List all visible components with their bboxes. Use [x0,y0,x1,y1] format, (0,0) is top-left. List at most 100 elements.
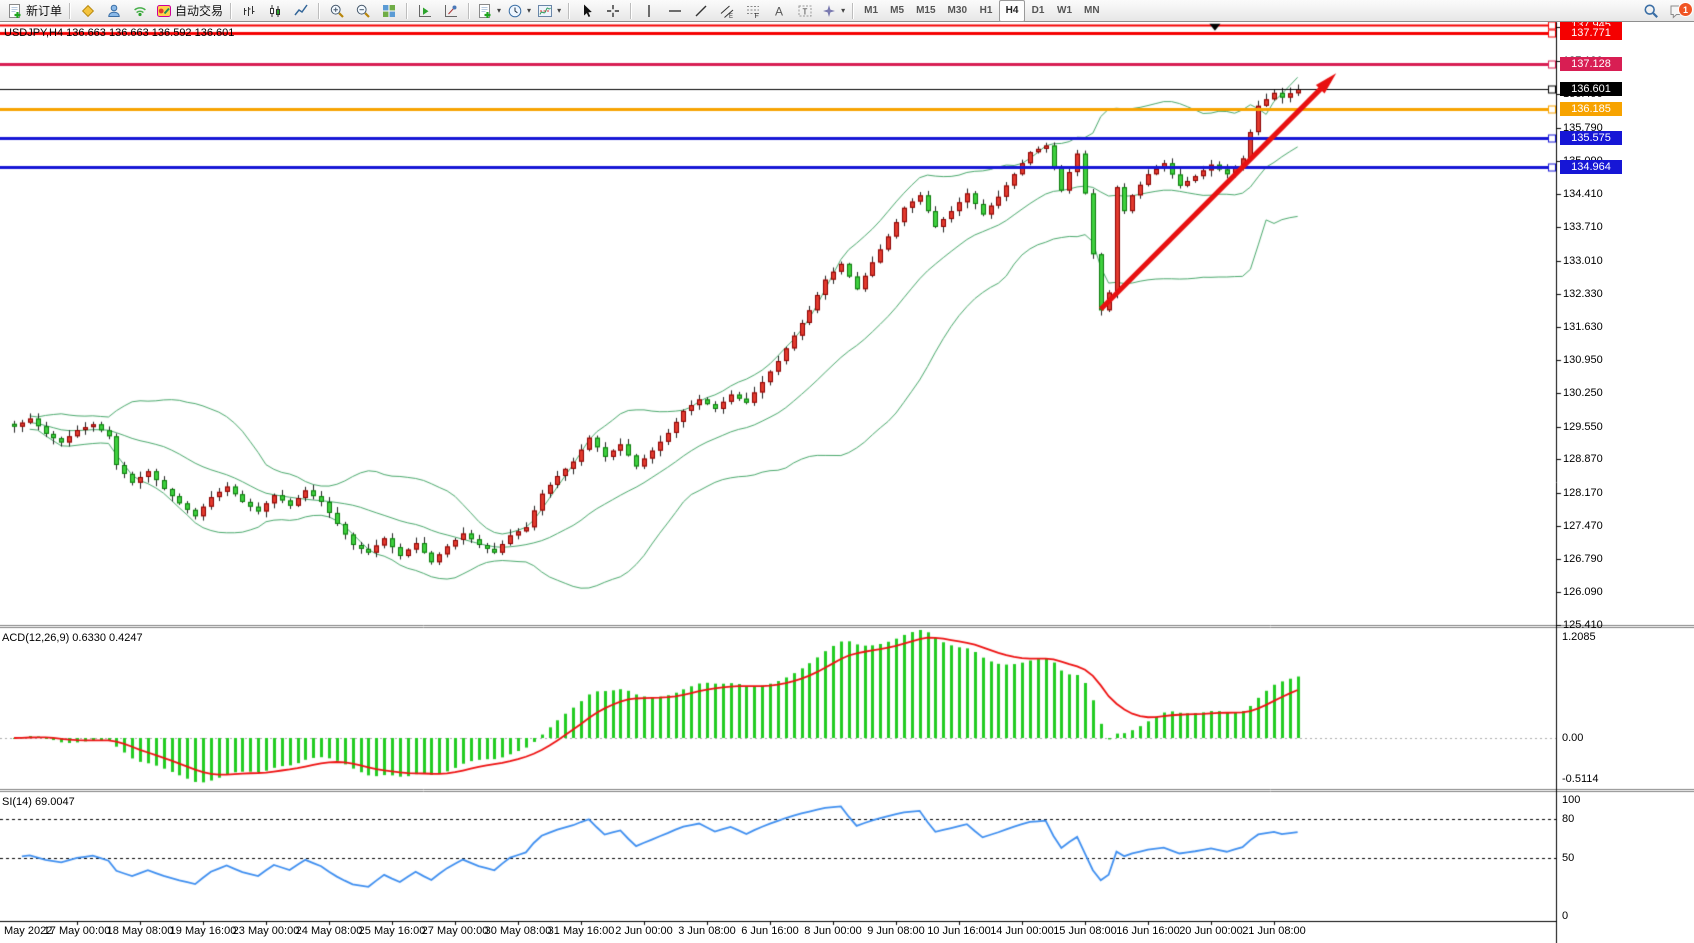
price-level-label: 134.964 [1560,160,1622,174]
autotrading-button[interactable]: 自动交易 [153,0,226,22]
chart-candles-icon [267,3,283,19]
price-tick-label: 133.710 [1563,221,1603,233]
time-axis-label: 17 May 00:00 [44,925,111,937]
time-axis-label: 3 Jun 08:00 [678,925,736,937]
cursor-button[interactable] [574,0,600,22]
zoom-out-icon [355,3,371,19]
macd-scale-label: 0.00 [1562,732,1583,744]
toolbar-group [574,0,626,22]
signals-button[interactable] [127,0,153,22]
toolbar-separator [406,3,408,19]
toolbar-group: 自动交易 [75,0,226,22]
time-axis-label: 27 May 00:00 [422,925,489,937]
chevron-down-icon: ▾ [841,6,845,15]
new-chart-button[interactable]: ▾ [474,0,504,22]
zoom-in-button[interactable] [324,0,350,22]
tf-d1-button[interactable]: D1 [1025,0,1051,22]
time-axis-label: 24 May 08:00 [296,925,363,937]
price-level-label: 135.575 [1560,131,1622,145]
rsi-scale-label: 80 [1562,813,1574,825]
template-button[interactable]: ▾ [534,0,564,22]
arrows-button[interactable]: ▾ [818,0,848,22]
tf-m1-button[interactable]: M1 [858,0,884,22]
fibo-icon: F [745,3,761,19]
tf-m15-button[interactable]: M15 [910,0,941,22]
price-tick-label: 128.870 [1563,453,1603,465]
signal-green-icon [132,3,148,19]
chart-play-icon [417,3,433,19]
toolbar-group: ▾▾▾ [474,0,564,22]
tf-m5-button-label: M5 [887,5,907,16]
time-axis-label: 15 Jun 08:00 [1053,925,1117,937]
svg-text:A: A [775,4,783,18]
toolbar-group [412,0,464,22]
notifications-button[interactable]: 1 [1664,0,1690,22]
tf-w1-button[interactable]: W1 [1051,0,1078,22]
tf-m30-button-label: M30 [945,5,970,16]
bar-chart-button[interactable] [236,0,262,22]
time-axis-label: 21 Jun 08:00 [1242,925,1306,937]
price-tick-label: 129.550 [1563,421,1603,433]
time-axis-label: 9 Jun 08:00 [867,925,925,937]
tile-windows-button[interactable] [376,0,402,22]
svg-text:F: F [755,13,759,19]
toolbar: 新订单自动交易▾▾▾EFAT▾M1M5M15M30H1H4D1W1MN [0,0,1694,22]
new-order-button[interactable]: 新订单 [4,0,65,22]
doc-plus-icon [7,3,23,19]
crosshair-button[interactable] [600,0,626,22]
chart-canvas[interactable] [0,0,1694,943]
auto-trading-icon [156,3,172,19]
zoom-out-button[interactable] [350,0,376,22]
price-tick-label: 125.410 [1563,619,1603,631]
current-price-label: 136.601 [1560,82,1622,96]
arrows-tool-icon [821,3,837,19]
text-label-button[interactable]: T [792,0,818,22]
profiles-button[interactable]: ▾ [504,0,534,22]
price-tick-label: 127.470 [1563,520,1603,532]
price-tick-label: 132.330 [1563,288,1603,300]
candlestick-chart-button[interactable] [262,0,288,22]
toolbar-separator [230,3,232,19]
time-axis-label: 18 May 08:00 [107,925,174,937]
tf-mn-button[interactable]: MN [1078,0,1106,22]
toolbar-separator [630,3,632,19]
diamond-gold-icon [80,3,96,19]
toolbar-separator [69,3,71,19]
rsi-scale-label: 100 [1562,794,1580,806]
auto-scroll-button[interactable] [412,0,438,22]
chart-shift-button[interactable] [438,0,464,22]
tf-h1-button[interactable]: H1 [973,0,999,22]
tf-d1-button-label: D1 [1029,5,1048,16]
tf-m1-button-label: M1 [861,5,881,16]
search-button[interactable] [1638,0,1664,22]
price-tick-label: 128.170 [1563,487,1603,499]
toolbar-group [324,0,402,22]
metaeditor-button[interactable] [75,0,101,22]
price-level-label: 137.771 [1560,26,1622,40]
notification-badge: 1 [1678,2,1693,17]
toolbar-separator [318,3,320,19]
price-tick-label: 126.790 [1563,553,1603,565]
hline-icon [667,3,683,19]
price-tick-label: 130.250 [1563,387,1603,399]
text-button[interactable]: A [766,0,792,22]
textT-icon: T [797,3,813,19]
chevron-down-icon: ▾ [497,6,501,15]
equidistant-channel-button[interactable]: E [714,0,740,22]
vline-icon [641,3,657,19]
time-axis-label: 19 May 16:00 [170,925,237,937]
tf-m5-button[interactable]: M5 [884,0,910,22]
community-button[interactable] [101,0,127,22]
vertical-line-button[interactable] [636,0,662,22]
toolbar-right: 1 [1638,0,1690,22]
line-chart-button[interactable] [288,0,314,22]
horizontal-line-button[interactable] [662,0,688,22]
tf-m30-button[interactable]: M30 [942,0,973,22]
new-order-button-label: 新订单 [26,2,62,19]
time-axis-label: 6 Jun 16:00 [741,925,799,937]
magnifier-icon [1643,3,1659,19]
trendline-button[interactable] [688,0,714,22]
fibonacci-button[interactable]: F [740,0,766,22]
tf-h4-button[interactable]: H4 [999,0,1025,22]
cursor-icon [579,3,595,19]
